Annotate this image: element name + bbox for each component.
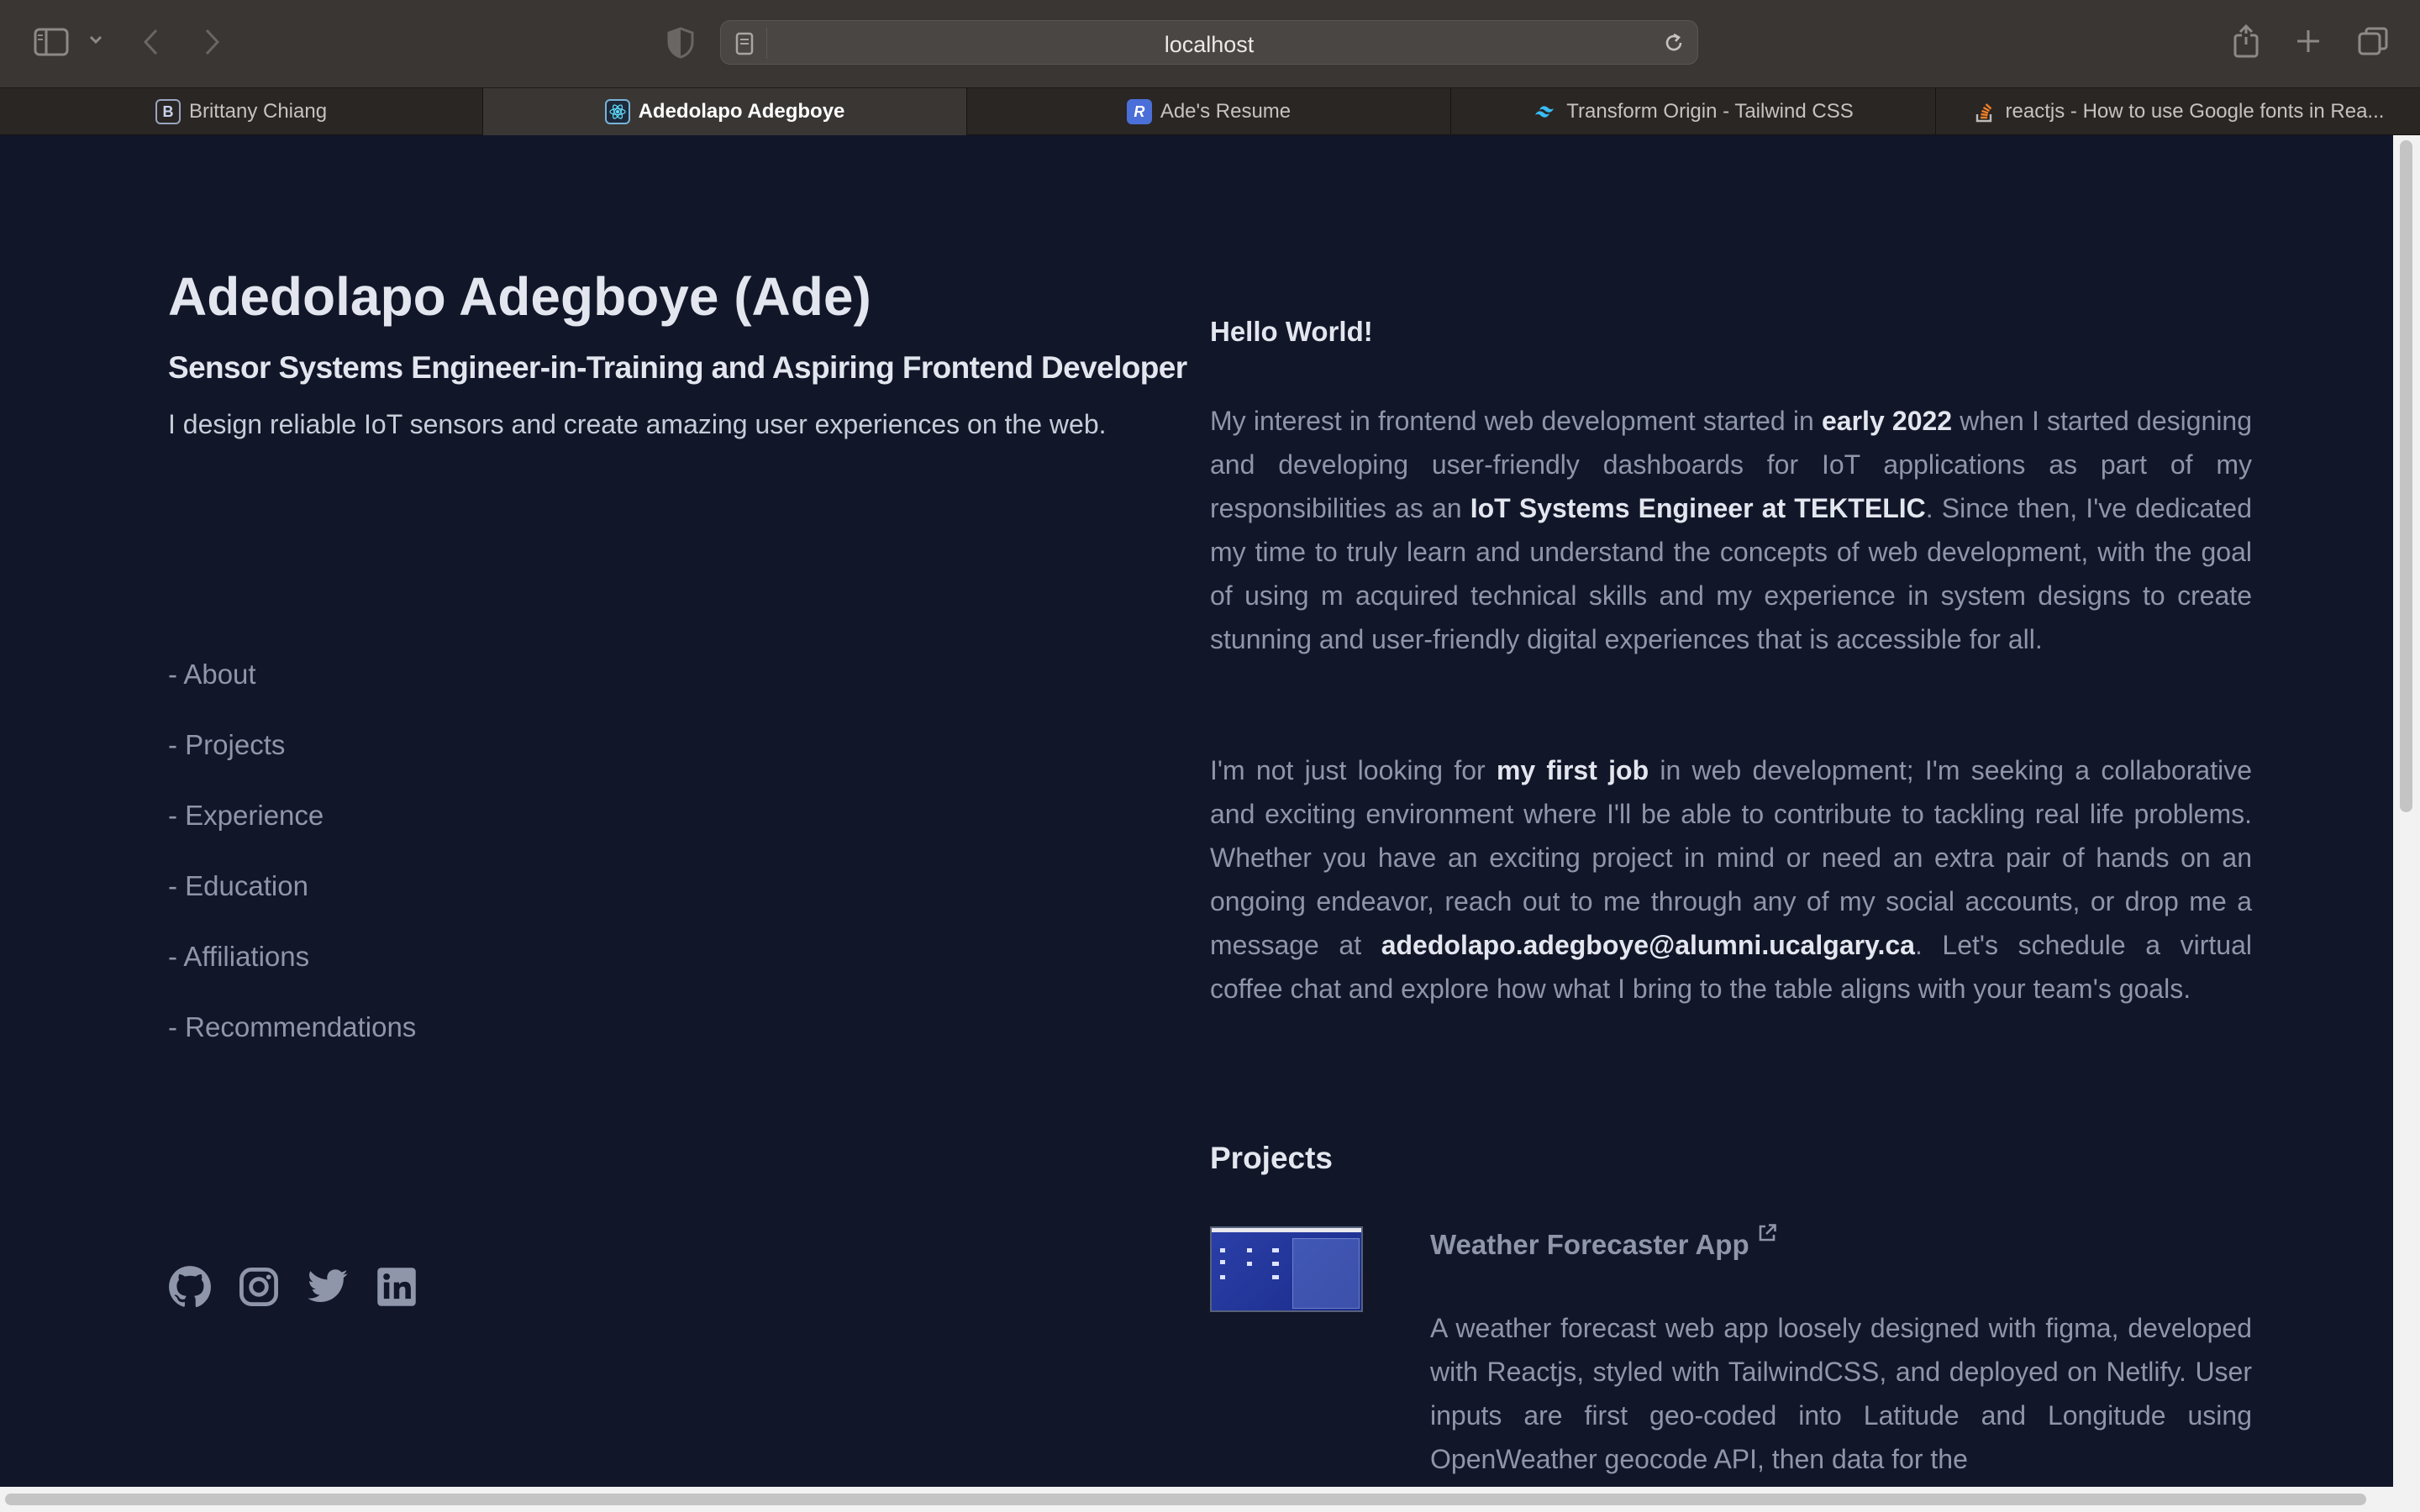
tab-label: Brittany Chiang bbox=[188, 100, 328, 123]
nav-link-projects[interactable]: - Projects bbox=[168, 729, 285, 761]
back-icon[interactable] bbox=[141, 27, 161, 61]
url-text: localhost bbox=[1164, 32, 1255, 57]
stackoverflow-favicon-icon bbox=[1972, 99, 1997, 124]
about-p2-text: I'm not just looking for bbox=[1210, 755, 1497, 785]
projects-heading: Projects bbox=[1210, 1141, 1334, 1175]
role-subtitle: Sensor Systems Engineer-in-Training and … bbox=[168, 350, 1187, 385]
tailwind-favicon-icon bbox=[1533, 99, 1558, 124]
scrollbar-thumb[interactable] bbox=[2400, 140, 2412, 812]
page-title: Adedolapo Adegboye (Ade) bbox=[168, 266, 871, 327]
reload-icon[interactable] bbox=[1662, 31, 1686, 59]
about-p2-highlight: my first job bbox=[1496, 755, 1649, 785]
nav-link-about[interactable]: - About bbox=[168, 659, 256, 690]
tab-brittany-chiang[interactable]: B Brittany Chiang bbox=[0, 88, 483, 135]
project-description: A weather forecast web app loosely desig… bbox=[1430, 1313, 2252, 1474]
email-link[interactable]: adedolapo.adegboye@alumni.ucalgary.ca bbox=[1381, 930, 1915, 960]
project-thumbnail[interactable] bbox=[1210, 1226, 1363, 1312]
chevron-down-icon[interactable] bbox=[87, 34, 104, 51]
tagline: I design reliable IoT sensors and create… bbox=[168, 409, 1107, 439]
nav-link-affiliations[interactable]: - Affiliations bbox=[168, 941, 309, 973]
scrollbar-thumb[interactable] bbox=[5, 1494, 2366, 1505]
instagram-icon[interactable] bbox=[237, 1265, 281, 1309]
about-p1-highlight: IoT Systems Engineer at TEKTELIC bbox=[1470, 493, 1926, 523]
github-icon[interactable] bbox=[168, 1265, 212, 1309]
tab-reactjs-google-fonts[interactable]: reactjs - How to use Google fonts in Rea… bbox=[1936, 88, 2420, 135]
forward-icon[interactable] bbox=[202, 27, 222, 61]
about-greeting: Hello World! bbox=[1210, 316, 1373, 347]
tab-label: Ade's Resume bbox=[1160, 100, 1292, 123]
project-title-link[interactable]: Weather Forecaster App bbox=[1430, 1224, 1776, 1261]
new-tab-icon[interactable] bbox=[2294, 27, 2323, 60]
browser-toolbar: localhost bbox=[0, 0, 2420, 87]
about-paragraph-2: I'm not just looking for my first job in… bbox=[1210, 748, 2252, 1011]
tab-bar: B Brittany Chiang Adedolapo Adegboye R A… bbox=[0, 87, 2420, 135]
tab-overview-icon[interactable] bbox=[2356, 25, 2390, 61]
sidebar-toggle-icon[interactable] bbox=[34, 27, 69, 61]
privacy-shield-icon[interactable] bbox=[666, 27, 695, 63]
share-icon[interactable] bbox=[2232, 24, 2260, 63]
tab-adedolapo-adegboye[interactable]: Adedolapo Adegboye bbox=[483, 88, 967, 135]
about-p1-highlight: early 2022 bbox=[1822, 406, 1953, 436]
twitter-icon[interactable] bbox=[306, 1265, 350, 1309]
react-favicon-icon bbox=[604, 99, 630, 124]
tab-label: reactjs - How to use Google fonts in Rea… bbox=[2005, 100, 2385, 123]
horizontal-scrollbar[interactable] bbox=[0, 1487, 2420, 1512]
tab-ades-resume[interactable]: R Ade's Resume bbox=[967, 88, 1451, 135]
vertical-scrollbar[interactable] bbox=[2393, 135, 2420, 1487]
letter-b-favicon-icon: B bbox=[155, 99, 181, 124]
about-p1-text: My interest in frontend web development … bbox=[1210, 406, 1822, 436]
nav-link-education[interactable]: - Education bbox=[168, 870, 308, 902]
nav-link-experience[interactable]: - Experience bbox=[168, 800, 324, 832]
nav-link-recommendations[interactable]: - Recommendations bbox=[168, 1011, 416, 1043]
project-title: Weather Forecaster App bbox=[1430, 1229, 1749, 1260]
tab-transform-origin[interactable]: Transform Origin - Tailwind CSS bbox=[1451, 88, 1936, 135]
page-content: Adedolapo Adegboye (Ade) Sensor Systems … bbox=[0, 135, 2393, 1487]
letter-r-favicon-icon: R bbox=[1126, 99, 1152, 124]
address-bar[interactable]: localhost bbox=[720, 20, 1698, 65]
external-link-icon bbox=[1756, 1219, 1778, 1251]
about-paragraph-1: My interest in frontend web development … bbox=[1210, 399, 2252, 661]
tab-label: Transform Origin - Tailwind CSS bbox=[1566, 100, 1854, 123]
linkedin-icon[interactable] bbox=[375, 1265, 418, 1309]
tab-label: Adedolapo Adegboye bbox=[638, 100, 845, 123]
